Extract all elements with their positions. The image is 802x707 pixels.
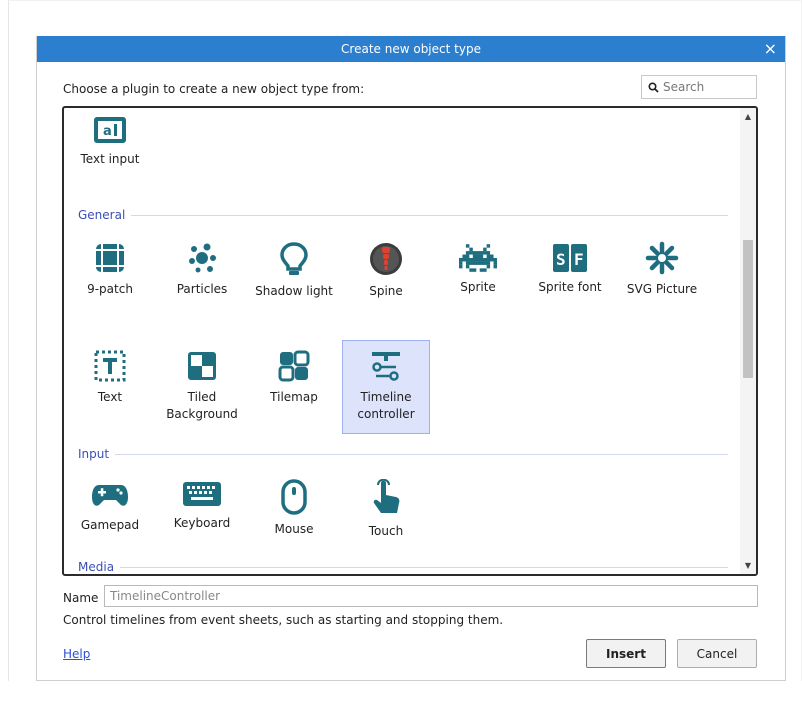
text-icon xyxy=(94,350,126,382)
plugin-tilemap[interactable]: Tilemap xyxy=(250,340,338,434)
group-header-input: Input xyxy=(78,447,728,461)
asterisk-icon xyxy=(645,241,679,275)
plugin-particles[interactable]: Particles xyxy=(158,232,246,326)
invader-icon xyxy=(459,244,497,272)
plugin-label: Sprite xyxy=(460,280,496,294)
gamepad-icon xyxy=(92,485,128,506)
group-divider xyxy=(120,566,728,568)
plugin-gamepad[interactable]: Gamepad xyxy=(66,470,154,564)
nine-patch-icon xyxy=(96,244,124,272)
plugin-label: Sprite font xyxy=(538,280,602,294)
scroll-thumb[interactable] xyxy=(743,240,753,378)
sprite-font-icon: S F xyxy=(553,244,587,272)
group-label: Input xyxy=(78,447,110,461)
plugin-label: Text input xyxy=(80,152,140,166)
lightbulb-icon xyxy=(280,242,308,275)
search-placeholder: Search xyxy=(663,80,705,94)
plugin-label: 9-patch xyxy=(87,282,133,296)
plugin-text-input[interactable]: a Text input xyxy=(66,108,154,202)
cancel-button[interactable]: Cancel xyxy=(677,639,757,668)
plugin-tiled-background[interactable]: Tiled Background xyxy=(158,340,246,434)
plugin-label: Tiled Background xyxy=(166,390,238,421)
dialog-title: Create new object type xyxy=(341,42,481,56)
timeline-icon xyxy=(372,352,400,381)
particles-icon xyxy=(189,243,216,273)
plugin-text[interactable]: Text xyxy=(66,340,154,434)
plugin-label: Timeline controller xyxy=(357,390,415,421)
help-link[interactable]: Help xyxy=(63,647,90,661)
plugin-description: Control timelines from event sheets, suc… xyxy=(63,613,504,627)
plugin-label: Text xyxy=(97,390,123,404)
plugin-list[interactable]: a Text input General 9-patch Particles S… xyxy=(62,106,758,576)
create-object-dialog: Create new object type × Choose a plugin… xyxy=(36,36,786,681)
scroll-up-icon[interactable]: ▲ xyxy=(740,112,756,121)
plugin-list-scrollbar[interactable]: ▲ ▼ xyxy=(740,108,756,574)
plugin-mouse[interactable]: Mouse xyxy=(250,470,338,564)
plugin-label: Tilemap xyxy=(270,390,318,404)
spine-icon xyxy=(370,243,402,275)
prompt-text: Choose a plugin to create a new object t… xyxy=(63,82,365,96)
plugin-svg-picture[interactable]: SVG Picture xyxy=(618,232,706,326)
group-header-media: Media xyxy=(78,560,728,574)
plugin-label: Mouse xyxy=(274,522,314,536)
plugin-label: Spine xyxy=(369,284,403,298)
svg-text:S: S xyxy=(556,250,566,269)
search-input[interactable]: Search xyxy=(641,75,757,99)
plugin-label: SVG Picture xyxy=(626,282,698,296)
search-icon xyxy=(648,81,659,93)
plugin-label: Particles xyxy=(176,282,228,296)
group-header-general: General xyxy=(78,208,728,222)
dialog-titlebar: Create new object type × xyxy=(37,36,785,62)
keyboard-icon xyxy=(183,482,221,506)
group-divider xyxy=(115,453,728,455)
name-label: Name xyxy=(63,591,99,605)
insert-button[interactable]: Insert xyxy=(586,639,666,668)
group-divider xyxy=(131,214,728,216)
text-input-icon: a xyxy=(94,117,126,143)
plugin-label: Shadow light xyxy=(255,284,333,298)
plugin-keyboard[interactable]: Keyboard xyxy=(158,470,246,564)
svg-text:a: a xyxy=(103,124,112,139)
svg-text:F: F xyxy=(574,250,584,269)
plugin-sprite-font[interactable]: S F Sprite font xyxy=(526,232,614,326)
plugin-label: Keyboard xyxy=(173,516,231,530)
plugin-label: Touch xyxy=(368,524,404,538)
plugin-touch[interactable]: Touch xyxy=(342,470,430,564)
plugin-label: Gamepad xyxy=(80,518,140,532)
plugin-9-patch[interactable]: 9-patch xyxy=(66,232,154,326)
scroll-down-icon[interactable]: ▼ xyxy=(740,561,756,570)
touch-icon xyxy=(373,479,400,513)
plugin-shadow-light[interactable]: Shadow light xyxy=(250,232,338,326)
mouse-icon xyxy=(281,479,307,515)
tilemap-icon xyxy=(278,350,310,382)
close-icon[interactable]: × xyxy=(764,36,777,62)
tiled-background-icon xyxy=(188,352,216,380)
plugin-spine[interactable]: Spine xyxy=(342,232,430,326)
name-field[interactable]: TimelineController xyxy=(104,585,758,607)
plugin-timeline-controller[interactable]: Timeline controller xyxy=(342,340,430,434)
group-label: General xyxy=(78,208,126,222)
plugin-sprite[interactable]: Sprite xyxy=(434,232,522,326)
group-label: Media xyxy=(78,560,115,574)
